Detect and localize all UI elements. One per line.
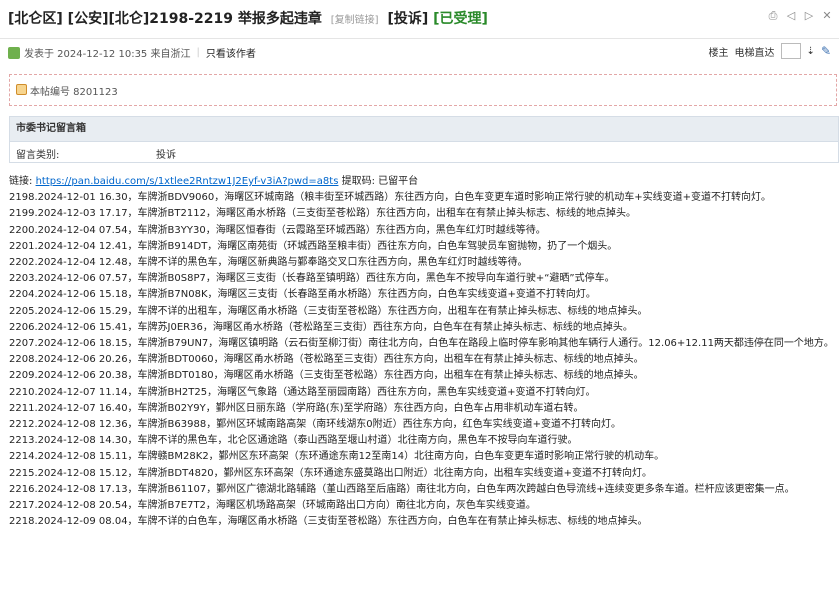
report-line: 2210.2024-12-07 11.14，车牌浙BH2T25，海曙区气象路（通… xyxy=(9,386,596,398)
lock-icon xyxy=(16,84,27,95)
previous-icon[interactable]: ◁ xyxy=(785,10,797,22)
title-bar: [北仑区] [公安][北仑]2198-2219 举报多起违章 [复制链接] [投… xyxy=(0,0,839,36)
report-line: 2214.2024-12-08 15.11，车牌赣BM28K2，鄞州区东环高架（… xyxy=(9,451,665,463)
extract-code: 提取码: 已留平台 xyxy=(338,176,419,187)
floor-label: 楼主 xyxy=(708,47,729,59)
go-down-icon[interactable]: ⇣ xyxy=(807,46,815,57)
post-content: 链接: https://pan.baidu.com/s/1xtlee2Rntzw… xyxy=(9,174,835,530)
next-icon[interactable]: ▷ xyxy=(803,10,815,22)
floor-input[interactable] xyxy=(780,43,801,59)
print-icon[interactable]: ⎙ xyxy=(767,10,779,22)
link-line: 链接: https://pan.baidu.com/s/1xtlee2Rntzw… xyxy=(9,174,835,190)
complaint-tag[interactable]: [投诉] xyxy=(387,11,428,27)
message-type-row: 留言类别: 投诉 xyxy=(10,142,838,162)
report-line: 2204.2024-12-06 15.18，车牌浙B7N08K，海曙区三支街（长… xyxy=(9,289,596,301)
report-line: 2209.2024-12-06 20.38，车牌浙BDT0180，海曙区甬水桥路… xyxy=(9,370,644,382)
author-only-link[interactable]: 只看该作者 xyxy=(206,45,256,60)
thread-title: [北仑区] [公安][北仑]2198-2219 举报多起违章 [复制链接] [投… xyxy=(8,8,488,28)
report-line: 2207.2024-12-06 18.15，车牌浙B79UN7，海曙区镇明路（云… xyxy=(9,338,834,350)
report-line: 2203.2024-12-06 07.57，车牌浙B0S8P7，海曙区三支街（长… xyxy=(9,273,615,285)
report-line: 2200.2024-12-04 07.54，车牌浙B3YY30，海曙区恒春街（云… xyxy=(9,224,546,236)
post-id-text: 本帖编号 8201123 xyxy=(30,87,118,98)
report-line: 2211.2024-12-07 16.40，车牌浙B02Y9Y，鄞州区日丽东路（… xyxy=(9,402,584,414)
copy-link-button[interactable]: [复制链接] xyxy=(331,15,379,26)
post-time: 发表于 2024-12-12 10:35 来自浙江 xyxy=(24,49,191,60)
post-meta-bar: 发表于 2024-12-12 10:35 来自浙江 | 只看该作者 楼主 电梯直… xyxy=(0,38,839,65)
link-prefix: 链接: xyxy=(9,176,36,187)
pencil-icon[interactable]: ✎ xyxy=(821,44,831,58)
report-line: 2206.2024-12-06 15.41，车牌苏J0ER36，海曙区甬水桥路（… xyxy=(9,321,633,333)
notice-box: 本帖编号 8201123 xyxy=(9,74,837,106)
report-line: 2217.2024-12-08 20.54，车牌浙B7E7T2，海曙区机场路高架… xyxy=(9,500,536,512)
report-line: 2202.2024-12-04 12.48，车牌不详的黑色车，海曙区新典路与鄞奉… xyxy=(9,257,528,269)
district-tag[interactable]: [北仑区] xyxy=(8,11,63,27)
message-box-panel: 市委书记留言箱 留言类别: 投诉 xyxy=(9,116,839,163)
category-tag[interactable]: [公安][北仑] xyxy=(68,11,150,27)
divider: | xyxy=(196,47,200,58)
report-line: 2198.2024-12-01 16.30，车牌浙BDV9060，海曙区环城南路… xyxy=(9,192,771,204)
thread-headline: 2198-2219 举报多起违章 xyxy=(149,11,322,27)
report-line: 2215.2024-12-08 15.12，车牌浙BDT4820，鄞州区东环高架… xyxy=(9,467,653,479)
message-type-value: 投诉 xyxy=(156,150,176,161)
report-line: 2199.2024-12-03 17.17，车牌浙BT2112，海曙区甬水桥路（… xyxy=(9,208,636,220)
report-line: 2213.2024-12-08 14.30，车牌不详的黑色车，北仑区通途路（泰山… xyxy=(9,435,578,447)
elevator-label: 电梯直达 xyxy=(734,47,775,59)
report-line: 2216.2024-12-08 17.13，车牌浙B61107，鄞州区广德湖北路… xyxy=(9,483,795,495)
report-line: 2218.2024-12-09 08.04，车牌不详的白色车，海曙区甬水桥路（三… xyxy=(9,516,648,528)
message-type-label: 留言类别: xyxy=(16,150,60,161)
pan-link[interactable]: https://pan.baidu.com/s/1xtlee2Rntzw1J2E… xyxy=(36,176,339,187)
report-line: 2201.2024-12-04 12.41，车牌浙B914DT，海曙区南苑街（环… xyxy=(9,240,618,252)
close-icon[interactable]: ✕ xyxy=(821,10,833,22)
report-line: 2205.2024-12-06 15.29，车牌不详的出租车，海曙区甬水桥路（三… xyxy=(9,305,648,317)
report-line: 2208.2024-12-06 20.26，车牌浙BDT0060，海曙区甬水桥路… xyxy=(9,354,644,366)
report-line: 2212.2024-12-08 12.36，车牌浙B63988，鄞州区环城南路高… xyxy=(9,419,621,431)
status-tag: [已受理] xyxy=(433,11,488,27)
post-icon xyxy=(8,46,20,59)
title-toolbar: ⎙ ◁ ▷ ✕ xyxy=(767,10,833,22)
panel-header: 市委书记留言箱 xyxy=(10,117,838,142)
